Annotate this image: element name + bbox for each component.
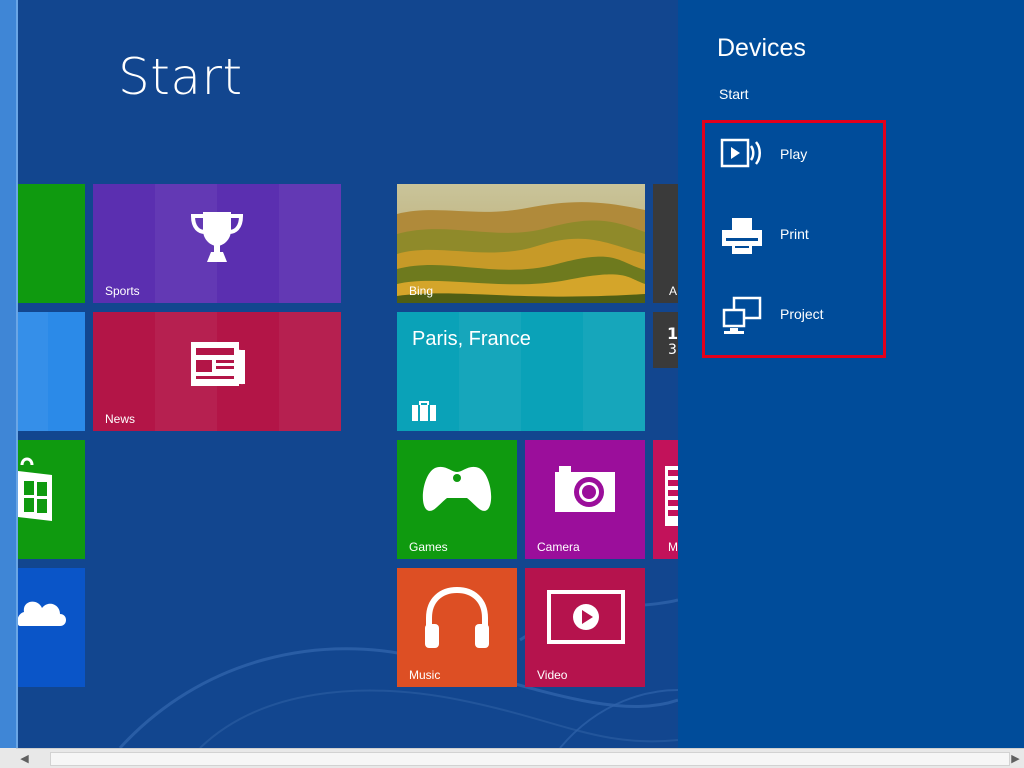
trophy-icon — [190, 212, 244, 262]
device-label: Print — [780, 226, 809, 242]
tile-partial-calendar[interactable]: 1 3 — [653, 312, 678, 368]
tile-partial-green[interactable] — [18, 184, 85, 303]
play-to-device-icon — [720, 138, 761, 168]
tile-music[interactable]: Music — [397, 568, 517, 687]
projector-monitor-icon — [722, 296, 762, 334]
tile-news[interactable]: News — [93, 312, 341, 431]
scrollbar-corner — [0, 748, 16, 768]
tile-label: Sports — [105, 284, 140, 298]
scrollbar-thumb[interactable] — [50, 752, 1010, 766]
tile-games[interactable]: Games — [397, 440, 517, 559]
tile-label: M — [668, 540, 678, 554]
horizontal-scrollbar[interactable]: ◀ ▶ — [16, 748, 1024, 768]
scroll-right-icon[interactable]: ▶ — [1007, 749, 1024, 768]
device-item-print[interactable]: Print — [720, 209, 880, 259]
tile-partial-dark[interactable]: A — [653, 184, 678, 303]
newspaper-icon — [191, 342, 245, 386]
tile-sports[interactable]: Sports — [93, 184, 341, 303]
tile-video[interactable]: Video — [525, 568, 645, 687]
tile-number: 3 — [668, 342, 677, 358]
tile-title: Paris, France — [412, 328, 531, 350]
camera-icon — [555, 466, 615, 512]
start-screen: Start Sports News Bing Paris, France Gam… — [0, 0, 678, 748]
suitcase-icon — [412, 401, 436, 421]
landscape-image — [397, 184, 645, 303]
tile-label: Camera — [537, 540, 580, 554]
tile-number: 1 — [667, 324, 678, 343]
tile-bing[interactable]: Bing — [397, 184, 645, 303]
device-item-project[interactable]: Project — [720, 289, 880, 339]
tile-label: News — [105, 412, 136, 426]
tile-label: Video — [537, 668, 568, 682]
tile-camera[interactable]: Camera — [525, 440, 645, 559]
store-icon — [18, 457, 52, 521]
scroll-left-icon[interactable]: ◀ — [16, 749, 33, 768]
left-edge-bar — [0, 0, 18, 748]
devices-subtitle: Start — [719, 86, 749, 102]
printer-icon — [722, 218, 762, 254]
tile-partial-magenta[interactable]: M — [653, 440, 678, 559]
cloud-icon — [18, 601, 66, 626]
tile-weather-paris[interactable]: Paris, France — [397, 312, 645, 431]
headphones-icon — [425, 586, 489, 648]
device-item-play[interactable]: Play — [720, 129, 880, 179]
film-strip-icon — [665, 466, 678, 526]
tile-store[interactable] — [18, 440, 85, 559]
tile-label: Music — [409, 668, 441, 682]
device-label: Play — [780, 146, 808, 162]
device-label: Project — [780, 306, 824, 322]
devices-highlight-box: Play Print Project — [702, 120, 886, 358]
gamepad-icon — [422, 466, 492, 511]
devices-charm-pane: Devices Start Play Print Project — [678, 0, 1024, 748]
page-title: Start — [118, 48, 243, 106]
tile-label: A — [669, 284, 678, 298]
video-play-icon — [547, 590, 625, 644]
tile-label: Bing — [409, 284, 434, 298]
tile-skydrive[interactable] — [18, 568, 85, 687]
tile-partial-blue[interactable] — [18, 312, 85, 431]
devices-title: Devices — [717, 34, 806, 62]
tile-label: Games — [409, 540, 448, 554]
